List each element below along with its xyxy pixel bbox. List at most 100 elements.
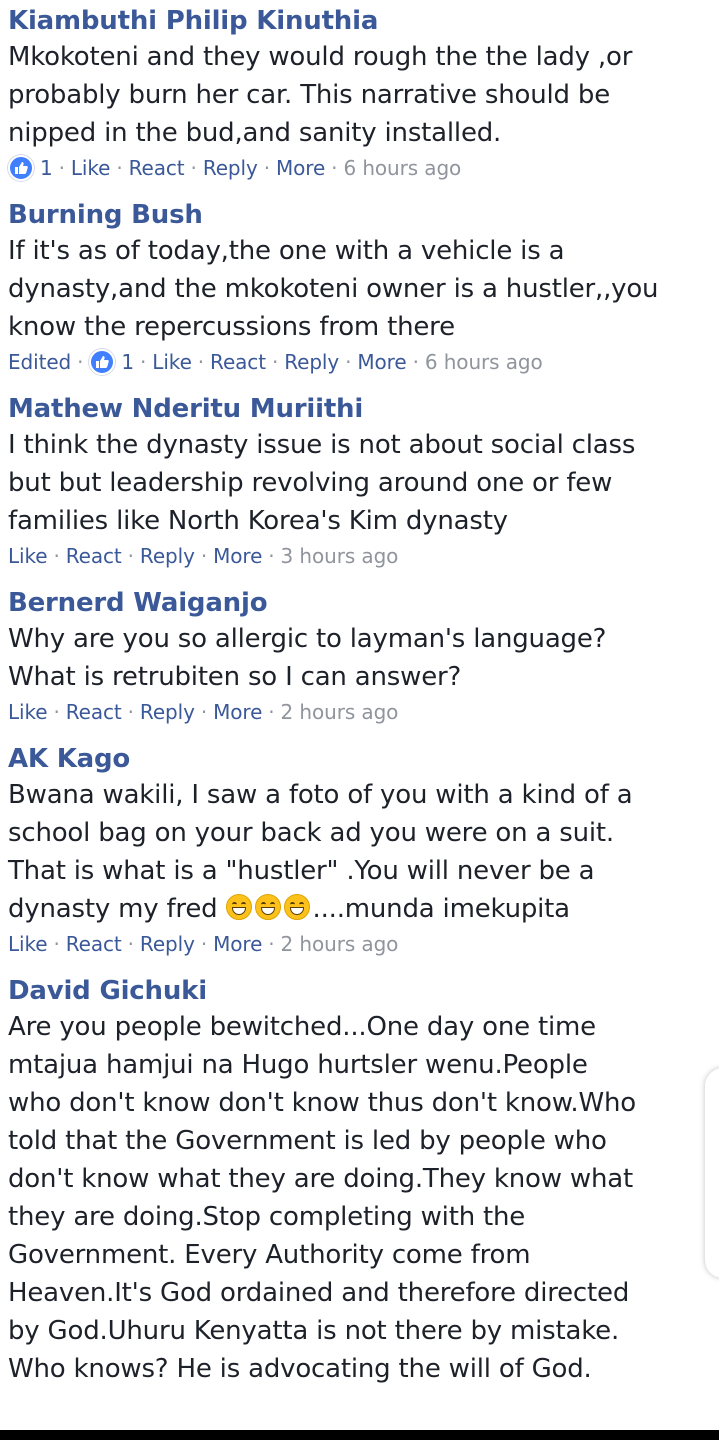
react-button[interactable]: React <box>66 928 122 960</box>
comment-actions: Like · React · Reply · More · 2 hours ag… <box>8 928 715 960</box>
timestamp[interactable]: 6 hours ago <box>343 152 461 184</box>
comment-line: Mkokoteni and they would rough the the l… <box>8 42 633 72</box>
comment-author[interactable]: AK Kago <box>8 742 715 776</box>
comment-line: Heaven.It's God ordained and therefore d… <box>8 1278 630 1308</box>
comment: Bernerd Waiganjo Why are you so allergic… <box>8 586 715 728</box>
comment-line: they are doing.Stop completing with the <box>8 1202 526 1232</box>
separator: · <box>331 156 338 180</box>
like-button[interactable]: Like <box>8 696 48 728</box>
comment-line: Who knows? He is advocating the will of … <box>8 1354 592 1384</box>
comment: Mathew Nderitu Muriithi I think the dyna… <box>8 392 715 572</box>
comment-line-prefix: dynasty my fred <box>8 894 226 924</box>
comment-line: mtajua hamjui na Hugo hurtsler wenu.Peop… <box>8 1050 588 1080</box>
comment-line: Why are you so allergic to layman's lang… <box>8 624 607 654</box>
comment-author[interactable]: Bernerd Waiganjo <box>8 586 715 620</box>
comment-line: If it's as of today,the one with a vehic… <box>8 236 565 266</box>
timestamp[interactable]: 6 hours ago <box>425 346 543 378</box>
bottom-edge-bar <box>0 1430 719 1440</box>
comment-line: dynasty,and the mkokoteni owner is a hus… <box>8 274 659 304</box>
comment-line: What is retrubiten so I can answer? <box>8 662 462 692</box>
comment-body: Are you people bewitched...One day one t… <box>8 1008 715 1388</box>
comment-line: nipped in the bud,and sanity installed. <box>8 118 502 148</box>
comment-line: school bag on your back ad you were on a… <box>8 818 614 848</box>
timestamp[interactable]: 3 hours ago <box>281 540 399 572</box>
separator: · <box>127 932 134 956</box>
separator: · <box>127 700 134 724</box>
reply-button[interactable]: Reply <box>140 540 195 572</box>
reply-button[interactable]: Reply <box>140 696 195 728</box>
comment-author[interactable]: Mathew Nderitu Muriithi <box>8 392 715 426</box>
comment: Kiambuthi Philip Kinuthia Mkokoteni and … <box>8 4 715 184</box>
comment-actions: Like · React · Reply · More · 3 hours ag… <box>8 540 715 572</box>
like-button[interactable]: Like <box>71 152 111 184</box>
separator: · <box>200 932 208 956</box>
thumbs-up-icon[interactable] <box>89 349 116 375</box>
comment-line: families like North Korea's Kim dynasty <box>8 506 508 536</box>
reply-button[interactable]: Reply <box>203 152 258 184</box>
more-button[interactable]: More <box>213 540 262 572</box>
separator: · <box>412 350 419 374</box>
comment-actions: Edited · 1 · Like · React · Reply · More… <box>8 346 715 378</box>
separator: · <box>77 350 84 374</box>
more-button[interactable]: More <box>213 928 262 960</box>
comment-author[interactable]: Burning Bush <box>8 198 715 232</box>
comment: David Gichuki Are you people bewitched..… <box>8 974 715 1388</box>
like-button[interactable]: Like <box>8 540 48 572</box>
comment-feed: Kiambuthi Philip Kinuthia Mkokoteni and … <box>8 4 715 1402</box>
like-button[interactable]: Like <box>152 346 192 378</box>
separator: · <box>53 932 60 956</box>
comment-body: Bwana wakili, I saw a foto of you with a… <box>8 776 715 928</box>
grinning-face-icon <box>254 894 281 920</box>
more-button[interactable]: More <box>357 346 406 378</box>
separator: · <box>268 544 275 568</box>
separator: · <box>200 700 208 724</box>
grinning-face-icon <box>283 894 310 920</box>
thumbs-up-icon[interactable] <box>8 155 34 181</box>
comment-line: Government. Every Authority come from <box>8 1240 531 1270</box>
comment-line: who don't know don't know thus don't kno… <box>8 1088 636 1118</box>
edited-label[interactable]: Edited <box>8 346 71 378</box>
separator: · <box>197 350 205 374</box>
comment: AK Kago Bwana wakili, I saw a foto of yo… <box>8 742 715 960</box>
more-button[interactable]: More <box>276 152 325 184</box>
comment: Burning Bush If it's as of today,the one… <box>8 198 715 378</box>
timestamp[interactable]: 2 hours ago <box>281 696 399 728</box>
comment-line: don't know what they are doing.They know… <box>8 1164 633 1194</box>
like-button[interactable]: Like <box>8 928 48 960</box>
timestamp[interactable]: 2 hours ago <box>281 928 399 960</box>
comment-line: told that the Government is led by peopl… <box>8 1126 607 1156</box>
comment-author[interactable]: Kiambuthi Philip Kinuthia <box>8 4 715 38</box>
separator: · <box>127 544 134 568</box>
separator: · <box>140 350 147 374</box>
separator: · <box>268 932 275 956</box>
comment-body: Why are you so allergic to layman's lang… <box>8 620 715 696</box>
comment-body: If it's as of today,the one with a vehic… <box>8 232 715 346</box>
separator: · <box>53 544 60 568</box>
comment-line: Are you people bewitched...One day one t… <box>8 1012 596 1042</box>
comment-line: That is what is a "hustler" .You will ne… <box>8 856 595 886</box>
comment-line: know the repercussions from there <box>8 312 455 342</box>
separator: · <box>53 700 60 724</box>
separator: · <box>58 156 65 180</box>
separator: · <box>190 156 197 180</box>
separator: · <box>345 350 352 374</box>
grinning-face-icon <box>225 894 252 920</box>
scroll-handle[interactable] <box>705 1068 719 1278</box>
react-button[interactable]: React <box>66 540 122 572</box>
comment-body: Mkokoteni and they would rough the the l… <box>8 38 715 152</box>
reply-button[interactable]: Reply <box>140 928 195 960</box>
separator: · <box>268 700 275 724</box>
reply-button[interactable]: Reply <box>284 346 339 378</box>
comment-line: by God.Uhuru Kenyatta is not there by mi… <box>8 1316 620 1346</box>
more-button[interactable]: More <box>213 696 262 728</box>
reaction-count[interactable]: 1 <box>121 346 134 378</box>
react-button[interactable]: React <box>210 346 266 378</box>
comment-author[interactable]: David Gichuki <box>8 974 715 1008</box>
reaction-count[interactable]: 1 <box>40 152 53 184</box>
comment-actions: Like · React · Reply · More · 2 hours ag… <box>8 696 715 728</box>
separator: · <box>116 156 123 180</box>
separator: · <box>271 350 279 374</box>
react-button[interactable]: React <box>129 152 185 184</box>
comment-line: but but leadership revolving around one … <box>8 468 613 498</box>
react-button[interactable]: React <box>66 696 122 728</box>
